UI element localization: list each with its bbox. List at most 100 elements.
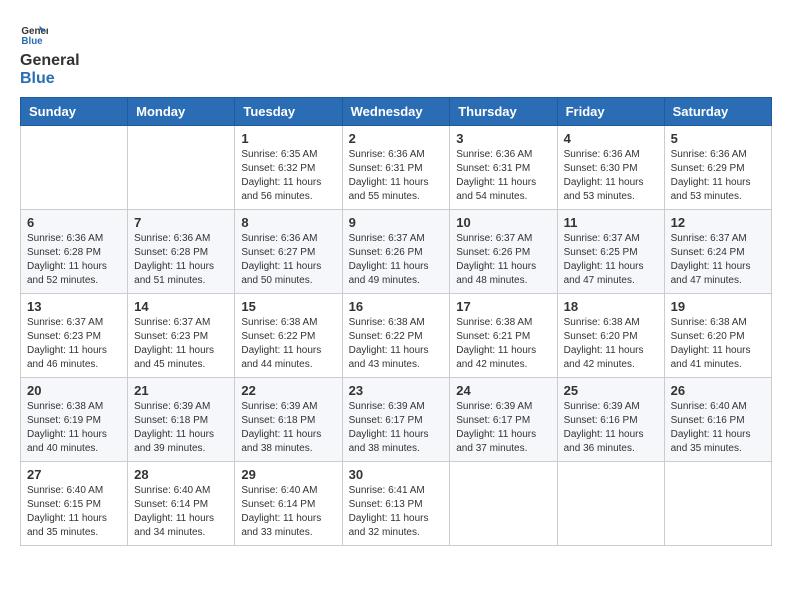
- calendar-day-cell: 1 Sunrise: 6:35 AM Sunset: 6:32 PM Daylig…: [235, 126, 342, 210]
- calendar-week-row: 13 Sunrise: 6:37 AM Sunset: 6:23 PM Dayli…: [21, 294, 772, 378]
- day-info: Sunrise: 6:38 AM Sunset: 6:22 PM Dayligh…: [349, 316, 444, 372]
- day-info: Sunrise: 6:37 AM Sunset: 6:24 PM Dayligh…: [671, 232, 765, 288]
- day-number: 15: [241, 299, 335, 314]
- day-number: 14: [134, 299, 228, 314]
- day-number: 11: [564, 215, 658, 230]
- logo-blue-text: Blue: [20, 70, 80, 88]
- calendar-day-cell: 7 Sunrise: 6:36 AM Sunset: 6:28 PM Daylig…: [128, 210, 235, 294]
- day-info: Sunrise: 6:40 AM Sunset: 6:14 PM Dayligh…: [241, 484, 335, 540]
- day-number: 23: [349, 383, 444, 398]
- calendar-day-cell: [21, 126, 128, 210]
- calendar-day-cell: 24 Sunrise: 6:39 AM Sunset: 6:17 PM Dayli…: [450, 378, 557, 462]
- day-info: Sunrise: 6:38 AM Sunset: 6:20 PM Dayligh…: [671, 316, 765, 372]
- day-of-week-header: Sunday: [21, 98, 128, 126]
- day-info: Sunrise: 6:40 AM Sunset: 6:15 PM Dayligh…: [27, 484, 121, 540]
- calendar-day-cell: 19Sunrise: 6:38 AM Sunset: 6:20 PM Dayli…: [664, 294, 771, 378]
- day-number: 4: [564, 131, 658, 146]
- day-info: Sunrise: 6:36 AM Sunset: 6:28 PM Dayligh…: [27, 232, 121, 288]
- calendar-header-row: SundayMondayTuesdayWednesdayThursdayFrid…: [21, 98, 772, 126]
- calendar-day-cell: 3 Sunrise: 6:36 AM Sunset: 6:31 PM Daylig…: [450, 126, 557, 210]
- day-number: 1: [241, 131, 335, 146]
- day-number: 26: [671, 383, 765, 398]
- logo-general-text: General: [20, 52, 80, 70]
- day-info: Sunrise: 6:39 AM Sunset: 6:16 PM Dayligh…: [564, 400, 658, 456]
- day-number: 20: [27, 383, 121, 398]
- day-number: 17: [456, 299, 550, 314]
- day-number: 5: [671, 131, 765, 146]
- calendar-day-cell: [557, 462, 664, 546]
- day-info: Sunrise: 6:36 AM Sunset: 6:27 PM Dayligh…: [241, 232, 335, 288]
- day-info: Sunrise: 6:40 AM Sunset: 6:14 PM Dayligh…: [134, 484, 228, 540]
- calendar-day-cell: 9 Sunrise: 6:37 AM Sunset: 6:26 PM Daylig…: [342, 210, 450, 294]
- day-of-week-header: Monday: [128, 98, 235, 126]
- day-number: 9: [349, 215, 444, 230]
- svg-text:Blue: Blue: [21, 36, 43, 47]
- calendar-week-row: 1 Sunrise: 6:35 AM Sunset: 6:32 PM Daylig…: [21, 126, 772, 210]
- day-number: 16: [349, 299, 444, 314]
- calendar-day-cell: 25 Sunrise: 6:39 AM Sunset: 6:16 PM Dayli…: [557, 378, 664, 462]
- page-header: General Blue General Blue: [20, 20, 772, 87]
- calendar-day-cell: [128, 126, 235, 210]
- day-number: 28: [134, 467, 228, 482]
- day-info: Sunrise: 6:39 AM Sunset: 6:18 PM Dayligh…: [134, 400, 228, 456]
- day-info: Sunrise: 6:35 AM Sunset: 6:32 PM Dayligh…: [241, 148, 335, 204]
- calendar-day-cell: 13 Sunrise: 6:37 AM Sunset: 6:23 PM Dayli…: [21, 294, 128, 378]
- calendar-day-cell: 28 Sunrise: 6:40 AM Sunset: 6:14 PM Dayli…: [128, 462, 235, 546]
- logo: General Blue General Blue: [20, 20, 80, 87]
- calendar-day-cell: 17 Sunrise: 6:38 AM Sunset: 6:21 PM Dayli…: [450, 294, 557, 378]
- day-info: Sunrise: 6:39 AM Sunset: 6:17 PM Dayligh…: [456, 400, 550, 456]
- calendar-day-cell: 14 Sunrise: 6:37 AM Sunset: 6:23 PM Dayli…: [128, 294, 235, 378]
- day-number: 21: [134, 383, 228, 398]
- calendar-day-cell: 11 Sunrise: 6:37 AM Sunset: 6:25 PM Dayli…: [557, 210, 664, 294]
- day-info: Sunrise: 6:36 AM Sunset: 6:29 PM Dayligh…: [671, 148, 765, 204]
- calendar-day-cell: 20 Sunrise: 6:38 AM Sunset: 6:19 PM Dayli…: [21, 378, 128, 462]
- calendar-day-cell: [664, 462, 771, 546]
- calendar-day-cell: 10 Sunrise: 6:37 AM Sunset: 6:26 PM Dayli…: [450, 210, 557, 294]
- day-info: Sunrise: 6:37 AM Sunset: 6:23 PM Dayligh…: [27, 316, 121, 372]
- logo-icon: General Blue: [20, 20, 48, 48]
- calendar-table: SundayMondayTuesdayWednesdayThursdayFrid…: [20, 97, 772, 546]
- day-number: 29: [241, 467, 335, 482]
- day-info: Sunrise: 6:37 AM Sunset: 6:25 PM Dayligh…: [564, 232, 658, 288]
- day-number: 12: [671, 215, 765, 230]
- day-info: Sunrise: 6:38 AM Sunset: 6:19 PM Dayligh…: [27, 400, 121, 456]
- day-number: 8: [241, 215, 335, 230]
- day-info: Sunrise: 6:37 AM Sunset: 6:26 PM Dayligh…: [349, 232, 444, 288]
- day-info: Sunrise: 6:38 AM Sunset: 6:22 PM Dayligh…: [241, 316, 335, 372]
- day-info: Sunrise: 6:37 AM Sunset: 6:26 PM Dayligh…: [456, 232, 550, 288]
- calendar-week-row: 27 Sunrise: 6:40 AM Sunset: 6:15 PM Dayli…: [21, 462, 772, 546]
- calendar-day-cell: 4 Sunrise: 6:36 AM Sunset: 6:30 PM Daylig…: [557, 126, 664, 210]
- calendar-day-cell: 2Sunrise: 6:36 AM Sunset: 6:31 PM Daylig…: [342, 126, 450, 210]
- calendar-day-cell: 16 Sunrise: 6:38 AM Sunset: 6:22 PM Dayli…: [342, 294, 450, 378]
- calendar-day-cell: 30 Sunrise: 6:41 AM Sunset: 6:13 PM Dayli…: [342, 462, 450, 546]
- calendar-day-cell: 18Sunrise: 6:38 AM Sunset: 6:20 PM Dayli…: [557, 294, 664, 378]
- day-info: Sunrise: 6:38 AM Sunset: 6:21 PM Dayligh…: [456, 316, 550, 372]
- day-number: 13: [27, 299, 121, 314]
- day-number: 10: [456, 215, 550, 230]
- calendar-week-row: 20 Sunrise: 6:38 AM Sunset: 6:19 PM Dayli…: [21, 378, 772, 462]
- day-info: Sunrise: 6:36 AM Sunset: 6:28 PM Dayligh…: [134, 232, 228, 288]
- day-info: Sunrise: 6:36 AM Sunset: 6:31 PM Dayligh…: [456, 148, 550, 204]
- calendar-day-cell: 26 Sunrise: 6:40 AM Sunset: 6:16 PM Dayli…: [664, 378, 771, 462]
- day-number: 24: [456, 383, 550, 398]
- day-number: 25: [564, 383, 658, 398]
- day-info: Sunrise: 6:39 AM Sunset: 6:18 PM Dayligh…: [241, 400, 335, 456]
- day-info: Sunrise: 6:41 AM Sunset: 6:13 PM Dayligh…: [349, 484, 444, 540]
- day-of-week-header: Friday: [557, 98, 664, 126]
- calendar-week-row: 6Sunrise: 6:36 AM Sunset: 6:28 PM Daylig…: [21, 210, 772, 294]
- calendar-day-cell: 29 Sunrise: 6:40 AM Sunset: 6:14 PM Dayli…: [235, 462, 342, 546]
- day-info: Sunrise: 6:36 AM Sunset: 6:30 PM Dayligh…: [564, 148, 658, 204]
- day-of-week-header: Wednesday: [342, 98, 450, 126]
- day-info: Sunrise: 6:40 AM Sunset: 6:16 PM Dayligh…: [671, 400, 765, 456]
- day-number: 27: [27, 467, 121, 482]
- day-number: 3: [456, 131, 550, 146]
- calendar-day-cell: 12 Sunrise: 6:37 AM Sunset: 6:24 PM Dayli…: [664, 210, 771, 294]
- calendar-day-cell: 27 Sunrise: 6:40 AM Sunset: 6:15 PM Dayli…: [21, 462, 128, 546]
- day-info: Sunrise: 6:36 AM Sunset: 6:31 PM Dayligh…: [349, 148, 444, 204]
- day-number: 18: [564, 299, 658, 314]
- day-number: 7: [134, 215, 228, 230]
- day-info: Sunrise: 6:39 AM Sunset: 6:17 PM Dayligh…: [349, 400, 444, 456]
- day-of-week-header: Tuesday: [235, 98, 342, 126]
- day-info: Sunrise: 6:37 AM Sunset: 6:23 PM Dayligh…: [134, 316, 228, 372]
- day-number: 30: [349, 467, 444, 482]
